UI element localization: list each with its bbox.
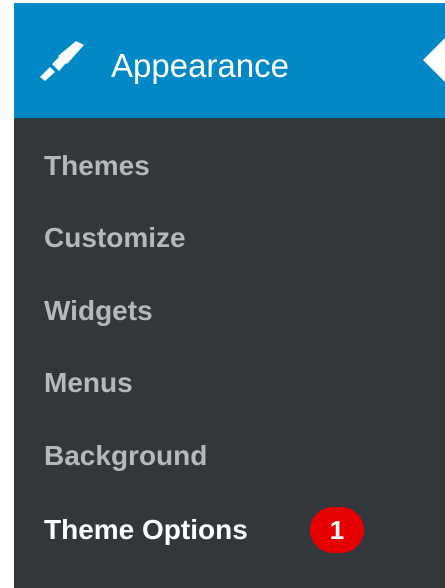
appearance-menu-header[interactable]: Appearance [14,3,445,118]
current-menu-arrow [423,38,445,82]
submenu-item-customize[interactable]: Customize [44,218,186,258]
appearance-label: Appearance [111,47,289,84]
admin-sidebar-menu: Appearance Themes Customize Widgets Menu… [14,3,445,588]
submenu-item-menus[interactable]: Menus [44,363,133,403]
submenu-item-themes[interactable]: Themes [44,146,150,186]
submenu-item-background[interactable]: Background [44,436,207,476]
submenu-item-widgets[interactable]: Widgets [44,291,153,331]
notification-badge: 1 [310,507,364,553]
paintbrush-icon [36,41,86,81]
submenu-item-theme-options[interactable]: Theme Options [44,510,248,550]
